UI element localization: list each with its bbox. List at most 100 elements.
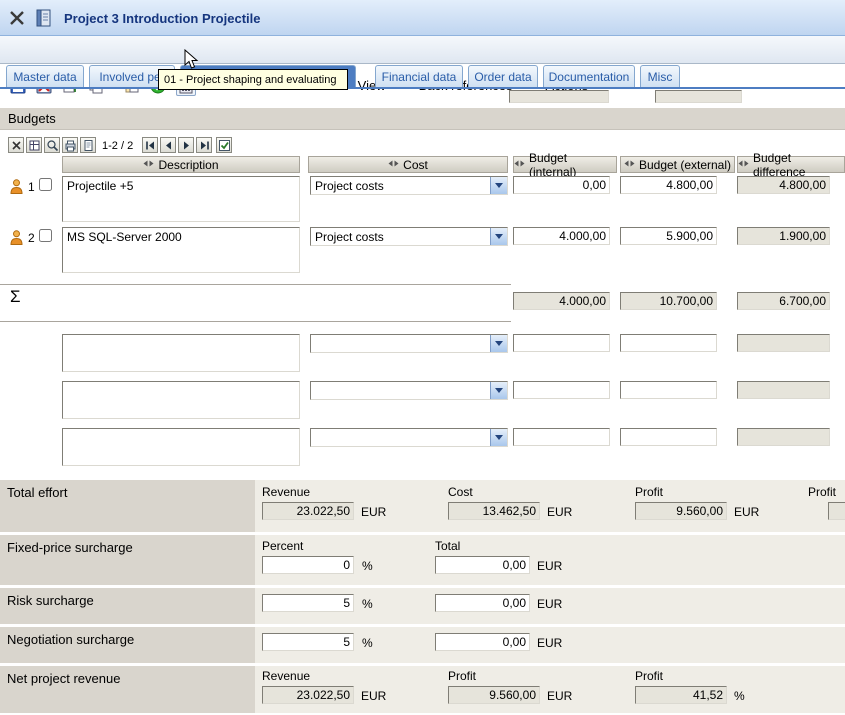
sort-icon[interactable] bbox=[514, 158, 525, 172]
field-label: Cost bbox=[448, 485, 473, 499]
column-header-label: Budget difference bbox=[753, 151, 844, 179]
combo-arrow-icon[interactable] bbox=[490, 429, 507, 446]
close-icon[interactable] bbox=[6, 7, 28, 29]
select-all-icon[interactable] bbox=[26, 137, 42, 153]
percent-label: % bbox=[362, 636, 373, 650]
combo-arrow-icon[interactable] bbox=[490, 177, 507, 194]
budget-internal-input[interactable] bbox=[513, 428, 610, 446]
budget-external-input[interactable] bbox=[620, 381, 717, 399]
negotiation-total-input[interactable] bbox=[435, 633, 530, 651]
currency-label: EUR bbox=[547, 505, 572, 519]
field-label: Percent bbox=[262, 539, 303, 553]
risk-percent-input[interactable] bbox=[262, 594, 354, 612]
tab-label: Involved per bbox=[99, 70, 164, 84]
budget-difference-field bbox=[737, 334, 830, 352]
sum-budget-external bbox=[620, 292, 717, 310]
summary-label: Net project revenue bbox=[0, 666, 255, 713]
previous-page-icon[interactable] bbox=[160, 137, 176, 153]
tab-label: Order data bbox=[474, 70, 531, 84]
budget-external-input[interactable] bbox=[620, 227, 717, 245]
budget-internal-input[interactable] bbox=[513, 227, 610, 245]
budget-difference-field bbox=[737, 227, 830, 245]
budget-external-input[interactable] bbox=[620, 428, 717, 446]
tab-master-data[interactable]: Master data bbox=[6, 65, 84, 87]
summary-label: Risk surcharge bbox=[0, 588, 255, 624]
sort-icon[interactable] bbox=[738, 158, 749, 172]
sort-icon[interactable] bbox=[624, 158, 635, 172]
description-textarea[interactable] bbox=[62, 334, 300, 372]
report-icon[interactable] bbox=[80, 137, 96, 153]
currency-label: EUR bbox=[537, 636, 562, 650]
sum-symbol: Σ bbox=[10, 287, 21, 307]
summary-label: Negotiation surcharge bbox=[0, 627, 255, 663]
person-icon[interactable] bbox=[10, 179, 23, 197]
combo-arrow-icon[interactable] bbox=[490, 382, 507, 399]
person-icon[interactable] bbox=[10, 230, 23, 248]
tab-documentation[interactable]: Documentation bbox=[543, 65, 635, 87]
budget-internal-input[interactable] bbox=[513, 381, 610, 399]
divider bbox=[0, 284, 511, 285]
risk-total-input[interactable] bbox=[435, 594, 530, 612]
column-header-budget-difference[interactable]: Budget difference bbox=[737, 156, 845, 173]
tab-bar: Master data Involved per get Financial d… bbox=[0, 64, 845, 89]
description-textarea[interactable]: Projectile +5 bbox=[62, 176, 300, 222]
row-number: 2 bbox=[28, 231, 35, 245]
clear-selection-icon[interactable] bbox=[8, 137, 24, 153]
column-header-description[interactable]: Description bbox=[62, 156, 300, 173]
row-select-checkbox[interactable] bbox=[39, 178, 52, 191]
total-cost-field bbox=[448, 502, 540, 520]
field-label: Revenue bbox=[262, 669, 310, 683]
sort-icon[interactable] bbox=[388, 158, 399, 172]
budget-internal-input[interactable] bbox=[513, 334, 610, 352]
last-page-icon[interactable] bbox=[196, 137, 212, 153]
column-header-budget-external[interactable]: Budget difference Budget (external) bbox=[620, 156, 735, 173]
cost-type-select[interactable]: Project costs bbox=[310, 176, 508, 195]
description-textarea[interactable]: MS SQL-Server 2000 bbox=[62, 227, 300, 273]
print-icon[interactable] bbox=[62, 137, 78, 153]
first-page-icon[interactable] bbox=[142, 137, 158, 153]
next-page-icon[interactable] bbox=[178, 137, 194, 153]
column-header-label: Description bbox=[158, 158, 218, 172]
tab-misc[interactable]: Misc bbox=[640, 65, 680, 87]
sort-icon[interactable] bbox=[143, 158, 154, 172]
cost-type-select[interactable]: Project costs bbox=[310, 227, 508, 246]
cost-type-value bbox=[311, 335, 490, 352]
row-number: 1 bbox=[28, 180, 35, 194]
clipped-field bbox=[655, 90, 742, 103]
cost-type-value: Project costs bbox=[311, 177, 490, 194]
percent-label: % bbox=[734, 689, 745, 703]
net-revenue-field bbox=[262, 686, 354, 704]
budget-external-input[interactable] bbox=[620, 176, 717, 194]
cost-type-select[interactable] bbox=[310, 428, 508, 447]
tab-financial-data[interactable]: Financial data bbox=[375, 65, 463, 87]
budget-internal-input[interactable] bbox=[513, 176, 610, 194]
cost-type-select[interactable] bbox=[310, 381, 508, 400]
tab-label: Financial data bbox=[382, 70, 457, 84]
combo-arrow-icon[interactable] bbox=[490, 335, 507, 352]
currency-label: EUR bbox=[537, 597, 562, 611]
description-textarea[interactable] bbox=[62, 428, 300, 466]
tab-order-data[interactable]: Order data bbox=[468, 65, 538, 87]
section-header-budgets: Budgets bbox=[0, 108, 845, 130]
combo-arrow-icon[interactable] bbox=[490, 228, 507, 245]
description-textarea[interactable] bbox=[62, 381, 300, 419]
field-label: Profit bbox=[448, 669, 476, 683]
cost-type-select[interactable] bbox=[310, 334, 508, 353]
fixed-price-total-input[interactable] bbox=[435, 556, 530, 574]
column-header-cost[interactable]: Cost bbox=[308, 156, 508, 173]
currency-label: EUR bbox=[361, 689, 386, 703]
column-header-budget-internal[interactable]: Budget (internal) bbox=[513, 156, 617, 173]
tab-label: Documentation bbox=[549, 70, 630, 84]
summary-label: Total effort bbox=[0, 480, 255, 532]
budget-external-input[interactable] bbox=[620, 334, 717, 352]
apply-check-icon[interactable] bbox=[216, 137, 232, 153]
clipped-field bbox=[509, 90, 609, 103]
fixed-price-percent-input[interactable] bbox=[262, 556, 354, 574]
search-icon[interactable] bbox=[44, 137, 60, 153]
negotiation-percent-input[interactable] bbox=[262, 633, 354, 651]
budget-difference-field bbox=[737, 381, 830, 399]
total-profit-field bbox=[635, 502, 727, 520]
mouse-cursor bbox=[184, 49, 199, 73]
row-select-checkbox[interactable] bbox=[39, 229, 52, 242]
field-label: Total bbox=[435, 539, 460, 553]
